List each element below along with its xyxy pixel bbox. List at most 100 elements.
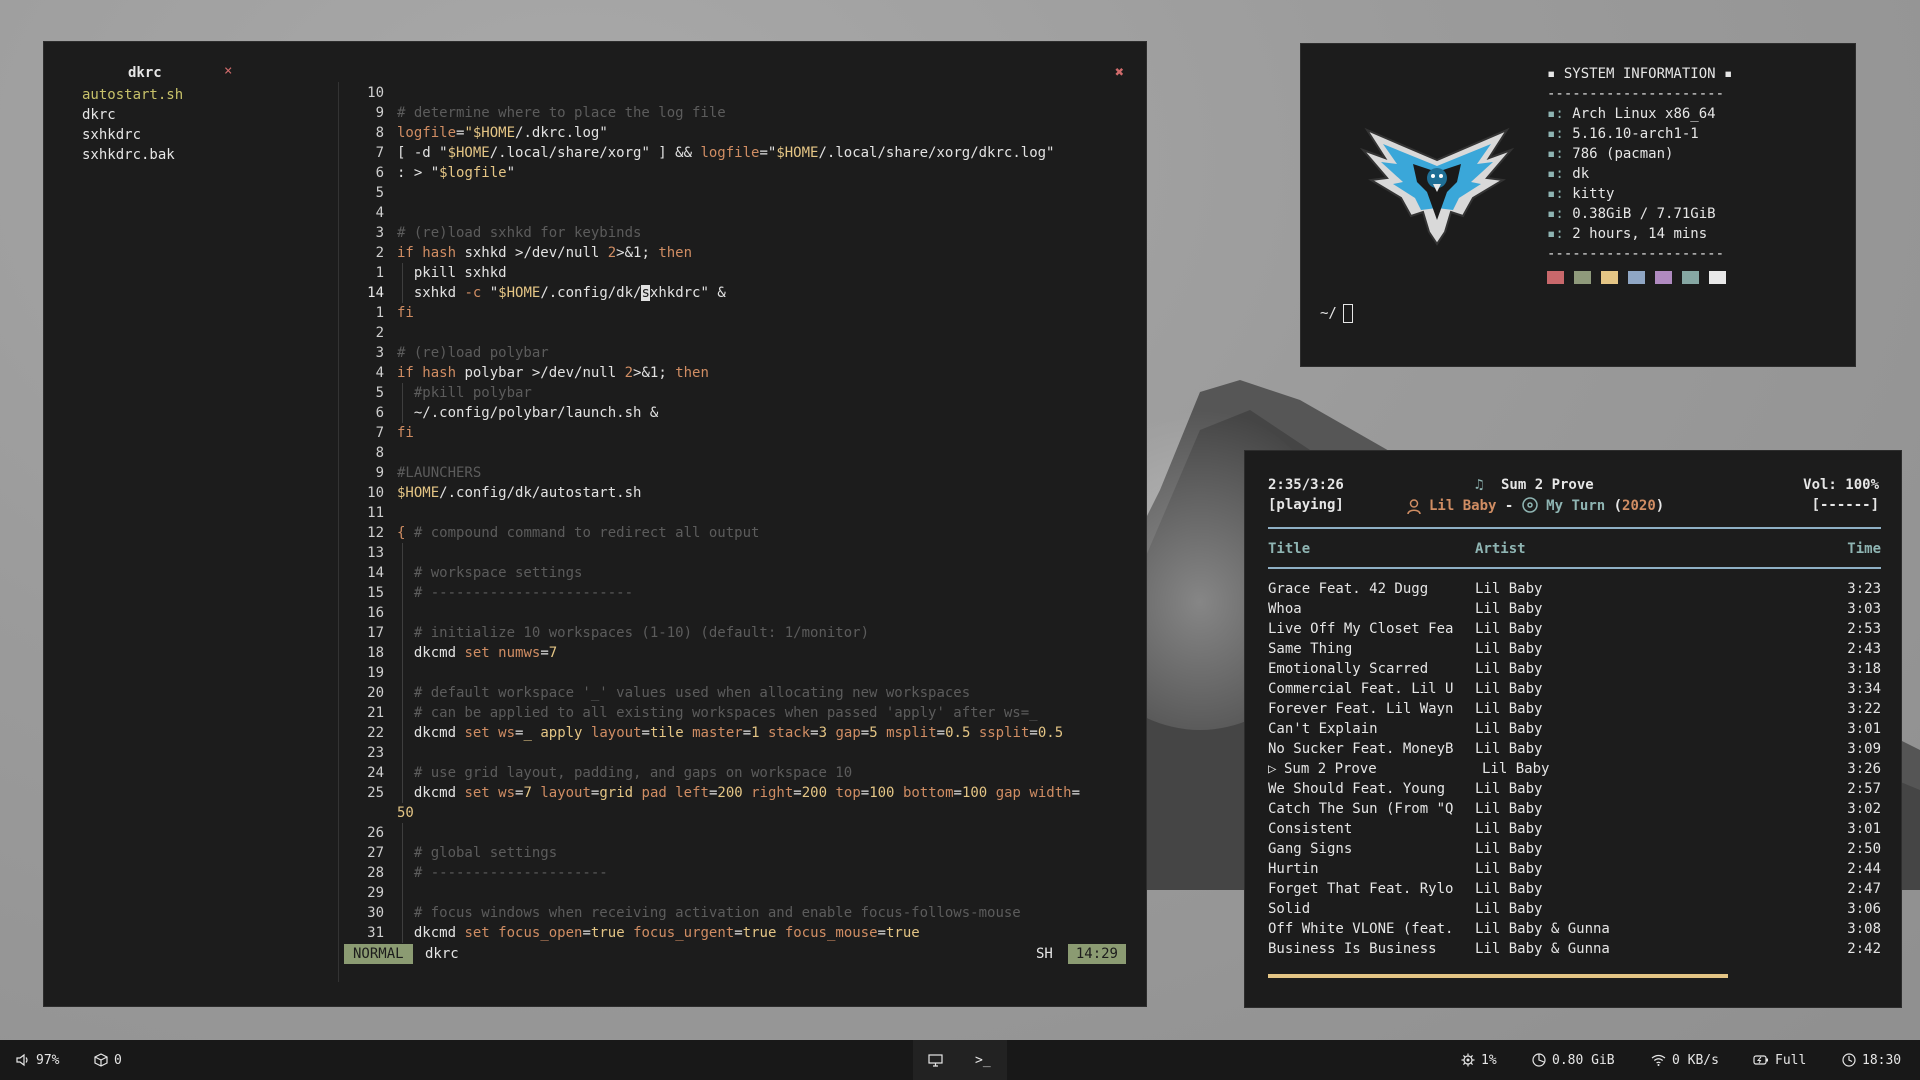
playlist-row[interactable]: Grace Feat. 42 Dugg Lil Baby 3:23 [1268, 579, 1881, 599]
sysinfo-title: ▪ SYSTEM INFORMATION ▪ [1547, 66, 1733, 82]
track-artist: Lil Baby [1475, 801, 1543, 817]
track-time: 2:57 [1847, 781, 1881, 797]
track-time: 3:01 [1847, 721, 1881, 737]
track-time: 3:08 [1847, 921, 1881, 937]
code-line: 15 # ------------------------ [367, 583, 634, 603]
split-divider[interactable] [338, 82, 339, 982]
monitor-icon [928, 1053, 943, 1067]
playlist-row[interactable]: Emotionally Scarred Lil Baby 3:18 [1268, 659, 1881, 679]
code-line: 7[ -d "$HOME/.local/share/xorg" ] && log… [375, 145, 1055, 161]
code-line: 22 dkcmd set ws=_ apply layout=tile mast… [367, 723, 1064, 743]
text-cursor: s [641, 285, 650, 301]
desktop-button[interactable] [928, 1040, 943, 1080]
playlist-row[interactable]: Solid Lil Baby 3:06 [1268, 899, 1881, 919]
battery-indicator[interactable]: Full [1753, 1040, 1806, 1080]
elapsed-time: 2:35/3:26 [1268, 477, 1344, 493]
code-line: 18 dkcmd set numws=7 [367, 643, 558, 663]
palette-swatch [1574, 271, 1591, 284]
terminal-button[interactable]: >_ [975, 1040, 991, 1080]
playlist-row-playing[interactable]: ▷ Sum 2 Prove Lil Baby 3:26 [1268, 759, 1881, 779]
code-line: 29 [344, 883, 1134, 903]
track-time: 3:02 [1847, 801, 1881, 817]
file-tree-item[interactable]: dkrc [82, 105, 183, 125]
palette-swatch [1682, 271, 1699, 284]
track-time: 2:43 [1847, 641, 1881, 657]
file-tree-item[interactable]: sxhkdrc [82, 125, 183, 145]
cpu-indicator[interactable]: 1% [1461, 1040, 1497, 1080]
code-line: 9 # determine where to place the log file [375, 105, 726, 121]
track-artist: Lil Baby [1475, 581, 1543, 597]
network-indicator[interactable]: 0 KB/s [1651, 1040, 1719, 1080]
package-indicator[interactable]: 0 [94, 1040, 122, 1080]
track-title: Sum 2 Prove [1284, 761, 1377, 777]
volume-indicator[interactable]: 97% [16, 1040, 59, 1080]
file-tree-item[interactable]: autostart.sh [82, 85, 183, 105]
sysinfo-row: ▪: 5.16.10-arch1-1 [1547, 126, 1699, 142]
memory-indicator[interactable]: 0.80 GiB [1532, 1040, 1615, 1080]
track-title: Whoa [1268, 601, 1302, 617]
pie-icon [1532, 1053, 1546, 1067]
status-filetype: SH [1036, 946, 1053, 962]
progress-bar[interactable] [1268, 974, 1881, 978]
code-line: 3 # (re)load polybar [375, 345, 549, 361]
playlist-row[interactable]: Whoa Lil Baby 3:03 [1268, 599, 1881, 619]
playlist-row[interactable]: Same Thing Lil Baby 2:43 [1268, 639, 1881, 659]
track-artist: Lil Baby [1475, 681, 1543, 697]
code-line: 6 ~/.config/polybar/launch.sh & [375, 403, 659, 423]
playlist-row[interactable]: Forever Feat. Lil Wayn Lil Baby 3:22 [1268, 699, 1881, 719]
now-playing-title: ♫ Sum 2 Prove [1475, 477, 1594, 493]
track-artist: Lil Baby & Gunna [1475, 941, 1610, 957]
playlist-row[interactable]: Forget That Feat. Rylo Lil Baby 2:47 [1268, 879, 1881, 899]
playlist-row[interactable]: Gang Signs Lil Baby 2:50 [1268, 839, 1881, 859]
editor-window[interactable]: dkrc × autostart.sh dkrc sxhkdrc sxhkdrc… [43, 41, 1147, 1007]
track-artist: Lil Baby [1475, 781, 1543, 797]
playlist-row[interactable]: Hurtin Lil Baby 2:44 [1268, 859, 1881, 879]
package-count: 0 [114, 1052, 122, 1068]
palette-swatch [1601, 271, 1618, 284]
speaker-icon [16, 1053, 28, 1067]
sysinfo-row: ▪: 786 (pacman) [1547, 146, 1674, 162]
code-line: 13 [344, 543, 1134, 563]
track-artist: Lil Baby [1475, 861, 1543, 877]
palette-swatch [1655, 271, 1672, 284]
track-artist: Lil Baby [1475, 841, 1543, 857]
cpu-value: 1% [1481, 1052, 1497, 1068]
playlist-row[interactable]: We Should Feat. Young Lil Baby 2:57 [1268, 779, 1881, 799]
music-note-icon: ♫ [1475, 477, 1484, 493]
track-title: Gang Signs [1268, 841, 1353, 857]
playlist-row[interactable]: No Sucker Feat. MoneyB Lil Baby 3:09 [1268, 739, 1881, 759]
track-title: Hurtin [1268, 861, 1319, 877]
column-time: Time [1847, 541, 1881, 557]
now-playing-artist: Lil Baby - My Turn (2020) [1407, 497, 1664, 515]
track-title: Solid [1268, 901, 1311, 917]
terminal-icon: >_ [975, 1052, 991, 1068]
playlist-row[interactable]: Live Off My Closet Fea Lil Baby 2:53 [1268, 619, 1881, 639]
code-area[interactable]: 10 9 # determine where to place the log f… [344, 83, 1134, 943]
playlist-row[interactable]: Commercial Feat. Lil U Lil Baby 3:34 [1268, 679, 1881, 699]
editor-close-icon[interactable]: ✖ [1115, 63, 1124, 81]
status-filename: dkrc [425, 946, 459, 962]
clock[interactable]: 18:30 [1842, 1040, 1901, 1080]
playlist-row[interactable]: Business Is Business Lil Baby & Gunna 2:42 [1268, 939, 1881, 959]
track-artist: Lil Baby [1482, 761, 1550, 777]
playlist-row[interactable]: Catch The Sun (From "Q Lil Baby 3:02 [1268, 799, 1881, 819]
file-tree-item[interactable]: sxhkdrc.bak [82, 145, 183, 165]
file-tree-title: dkrc [128, 65, 162, 81]
playlist-row[interactable]: Can't Explain Lil Baby 3:01 [1268, 719, 1881, 739]
palette-swatch [1709, 271, 1726, 284]
header-divider [1268, 567, 1881, 569]
music-player-window[interactable]: 2:35/3:26 [playing] ♫ Sum 2 Prove Lil Ba… [1244, 450, 1902, 1008]
shell-prompt[interactable]: ~/ [1320, 304, 1353, 323]
code-line: 3 # (re)load sxhkd for keybinds [375, 225, 642, 241]
playlist-row[interactable]: Off White VLONE (feat. Lil Baby & Gunna 3:… [1268, 919, 1881, 939]
system-info-list: ▪ SYSTEM INFORMATION ▪ -----------------… [1547, 64, 1732, 264]
code-line: 4 [375, 205, 384, 221]
sysinfo-terminal[interactable]: ▪ SYSTEM INFORMATION ▪ -----------------… [1300, 43, 1856, 367]
taskbar-window-group: >_ [913, 1040, 1007, 1080]
file-tree-close-icon[interactable]: × [224, 63, 232, 79]
track-title: Same Thing [1268, 641, 1353, 657]
network-value: 0 KB/s [1672, 1052, 1719, 1068]
taskbar: 97% 0 >_ 1% 0.80 GiB 0 KB/s Full 18:30 [0, 1040, 1920, 1080]
playlist-row[interactable]: Consistent Lil Baby 3:01 [1268, 819, 1881, 839]
track-artist: Lil Baby [1475, 701, 1543, 717]
